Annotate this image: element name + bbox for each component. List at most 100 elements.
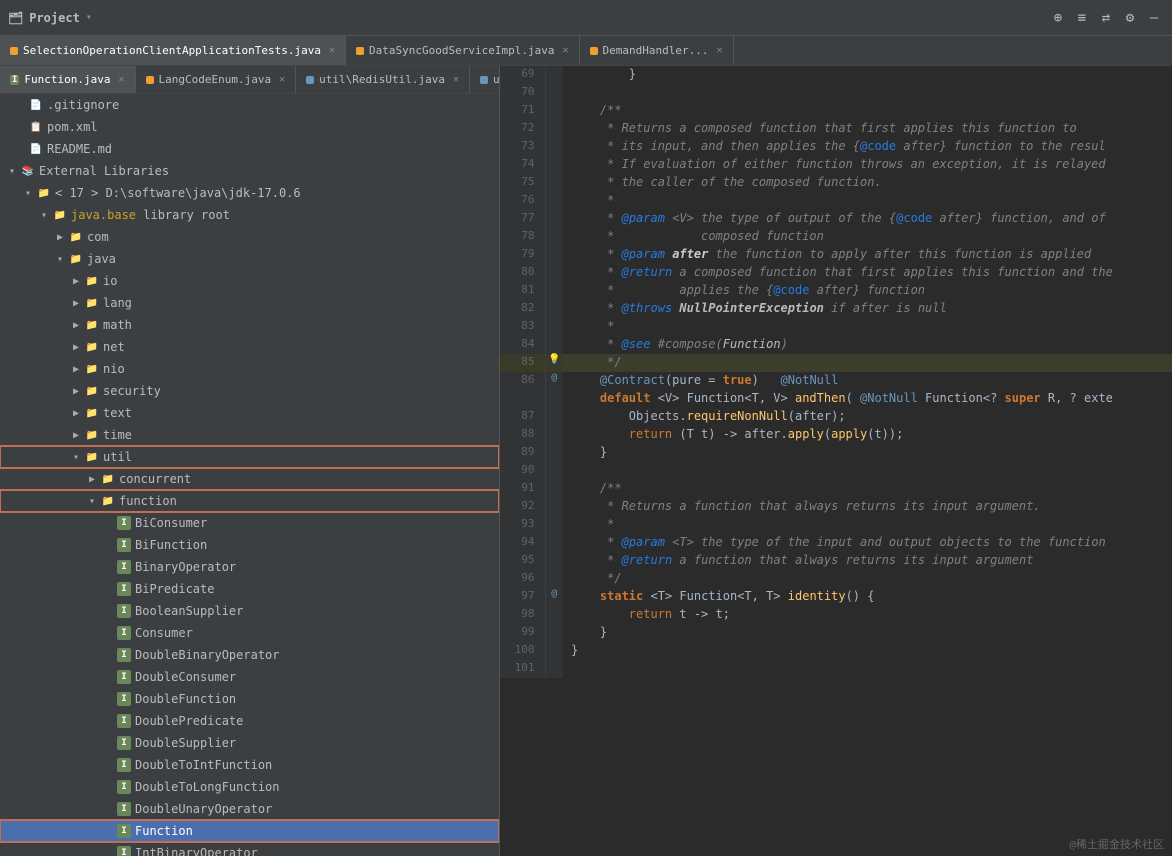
code-73[interactable]: * its input, and then applies the {@code… [563, 138, 1172, 156]
tree-item-bifunction[interactable]: I BiFunction [0, 534, 499, 556]
tree-item-function[interactable]: I Function [0, 820, 499, 842]
code-93[interactable]: * [563, 516, 1172, 534]
tree-item-doublebinop[interactable]: I DoubleBinaryOperator [0, 644, 499, 666]
code-75[interactable]: * the caller of the composed function. [563, 174, 1172, 192]
file-tab-close2[interactable]: ✕ [279, 74, 285, 85]
code-98[interactable]: return t -> t; [563, 606, 1172, 624]
tree-item-concurrent[interactable]: ▶ 📁 concurrent [0, 468, 499, 490]
tab-datasync[interactable]: DataSyncGoodServiceImpl.java ✕ [346, 36, 579, 65]
code-72[interactable]: * Returns a composed function that first… [563, 120, 1172, 138]
tab-close-icon2[interactable]: ✕ [562, 45, 568, 56]
code-81[interactable]: * applies the {@code after} function [563, 282, 1172, 300]
code-97[interactable]: static <T> Function<T, T> identity() { [563, 588, 1172, 606]
tree-item-io[interactable]: ▶ 📁 io [0, 270, 499, 292]
code-96[interactable]: */ [563, 570, 1172, 588]
file-tab-function[interactable]: I Function.java ✕ [0, 66, 136, 93]
tree-item-doubletolong[interactable]: I DoubleToLongFunction [0, 776, 499, 798]
tree-item-booleansupplier[interactable]: I BooleanSupplier [0, 600, 499, 622]
file-tab-langcode[interactable]: LangCodeEnum.java ✕ [136, 66, 297, 93]
tree-item-nio[interactable]: ▶ 📁 nio [0, 358, 499, 380]
tree-item-doublepred[interactable]: I DoublePredicate [0, 710, 499, 732]
code-69[interactable]: } [563, 66, 1172, 84]
code-74[interactable]: * If evaluation of either function throw… [563, 156, 1172, 174]
line-69: 69 } [500, 66, 1172, 84]
tab-demandhandler[interactable]: DemandHandler... ✕ [580, 36, 734, 65]
tree-item-java[interactable]: ▾ 📁 java [0, 248, 499, 270]
code-area[interactable]: 69 } 70 71 /** [500, 66, 1172, 856]
gutter-72 [545, 120, 563, 138]
tree-item-net[interactable]: ▶ 📁 net [0, 336, 499, 358]
tree-item-math[interactable]: ▶ 📁 math [0, 314, 499, 336]
tree-item-binaryop[interactable]: I BinaryOperator [0, 556, 499, 578]
code-86a[interactable]: @Contract(pure = true) @NotNull [563, 372, 1172, 390]
com-icon: 📁 [68, 229, 84, 245]
line-99: 99 } [500, 624, 1172, 642]
code-92[interactable]: * Returns a function that always returns… [563, 498, 1172, 516]
tree-item-function-folder[interactable]: ▾ 📁 function [0, 490, 499, 512]
code-94[interactable]: * @param <T> the type of the input and o… [563, 534, 1172, 552]
code-71[interactable]: /** [563, 102, 1172, 120]
tree-item-doubletoint[interactable]: I DoubleToIntFunction [0, 754, 499, 776]
line-73: 73 * its input, and then applies the {@c… [500, 138, 1172, 156]
tree-item-bipredicate[interactable]: I BiPredicate [0, 578, 499, 600]
expand-icon[interactable]: ⇄ [1096, 8, 1116, 28]
code-100[interactable]: } [563, 642, 1172, 660]
code-70[interactable] [563, 84, 1172, 102]
tree-item-pom[interactable]: 📋 pom.xml [0, 116, 499, 138]
tree-item-util[interactable]: ▾ 📁 util [0, 446, 499, 468]
tree-item-lang[interactable]: ▶ 📁 lang [0, 292, 499, 314]
code-82[interactable]: * @throws NullPointerException if after … [563, 300, 1172, 318]
gutter-99 [545, 624, 563, 642]
code-79[interactable]: * @param after the function to apply aft… [563, 246, 1172, 264]
dropdown-icon[interactable]: ▾ [86, 12, 92, 23]
code-84[interactable]: * @see #compose(Function) [563, 336, 1172, 354]
tab-selection-tests[interactable]: SelectionOperationClientApplicationTests… [0, 36, 346, 65]
code-95[interactable]: * @return a function that always returns… [563, 552, 1172, 570]
line-94: 94 * @param <T> the type of the input an… [500, 534, 1172, 552]
code-80[interactable]: * @return a composed function that first… [563, 264, 1172, 282]
code-99[interactable]: } [563, 624, 1172, 642]
code-78[interactable]: * composed function [563, 228, 1172, 246]
tree-item-intbinop[interactable]: I IntBinaryOperator [0, 842, 499, 856]
code-101[interactable] [563, 660, 1172, 678]
file-tab-close3[interactable]: ✕ [453, 74, 459, 85]
settings-icon[interactable]: ⚙ [1120, 8, 1140, 28]
line-num-85: 85 [500, 354, 545, 372]
tree-item-javabase[interactable]: ▾ 📁 java.base library root [0, 204, 499, 226]
code-89[interactable]: } [563, 444, 1172, 462]
tab-close-icon3[interactable]: ✕ [716, 45, 722, 56]
file-tab-redisutil2[interactable]: utils\RedisUtil.java ✕ [470, 66, 500, 93]
arrow-security: ▶ [68, 386, 84, 397]
tree-item-security[interactable]: ▶ 📁 security [0, 380, 499, 402]
add-icon[interactable]: ⊕ [1048, 8, 1068, 28]
tree-item-consumer[interactable]: I Consumer [0, 622, 499, 644]
code-91[interactable]: /** [563, 480, 1172, 498]
tree-item-external[interactable]: ▾ 📚 External Libraries [0, 160, 499, 182]
tree-item-time[interactable]: ▶ 📁 time [0, 424, 499, 446]
tree-item-doubleconsumer[interactable]: I DoubleConsumer [0, 666, 499, 688]
minimize-icon[interactable]: — [1144, 8, 1164, 28]
list-icon[interactable]: ≡ [1072, 8, 1092, 28]
file-tab-redisutil1[interactable]: util\RedisUtil.java ✕ [296, 66, 470, 93]
tree-item-doublefn[interactable]: I DoubleFunction [0, 688, 499, 710]
tab-close-icon[interactable]: ✕ [329, 45, 335, 56]
code-77[interactable]: * @param <V> the type of output of the {… [563, 210, 1172, 228]
tree-item-jdk[interactable]: ▾ 📁 < 17 > D:\software\java\jdk-17.0.6 [0, 182, 499, 204]
gutter-84 [545, 336, 563, 354]
code-85[interactable]: */ [563, 354, 1172, 372]
tree-item-doubleunary[interactable]: I DoubleUnaryOperator [0, 798, 499, 820]
code-83[interactable]: * [563, 318, 1172, 336]
code-90[interactable] [563, 462, 1172, 480]
tree-item-com[interactable]: ▶ 📁 com [0, 226, 499, 248]
code-88[interactable]: return (T t) -> after.apply(apply(t)); [563, 426, 1172, 444]
code-87[interactable]: Objects.requireNonNull(after); [563, 408, 1172, 426]
code-76[interactable]: * [563, 192, 1172, 210]
tree-item-biconsumer[interactable]: I BiConsumer [0, 512, 499, 534]
line-num-76: 76 [500, 192, 545, 210]
code-86b[interactable]: default <V> Function<T, V> andThen( @Not… [563, 390, 1172, 408]
tree-item-readme[interactable]: 📄 README.md [0, 138, 499, 160]
tree-item-text[interactable]: ▶ 📁 text [0, 402, 499, 424]
file-tab-close[interactable]: ✕ [119, 74, 125, 85]
tree-item-gitignore[interactable]: 📄 .gitignore [0, 94, 499, 116]
tree-item-doublesupplier[interactable]: I DoubleSupplier [0, 732, 499, 754]
